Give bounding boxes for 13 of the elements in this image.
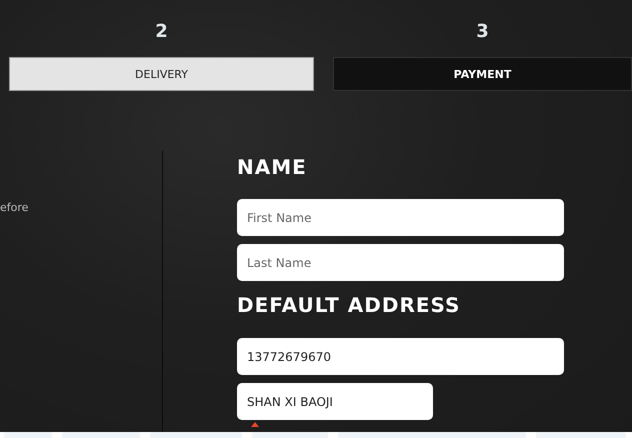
step-number: 2 xyxy=(155,21,168,43)
input-field[interactable]: SHAN XI BAOJI xyxy=(237,383,433,420)
list-chip xyxy=(4,432,52,438)
section-heading: DEFAULT ADDRESS xyxy=(237,293,462,317)
step-tab[interactable]: DELIVERY xyxy=(9,57,314,91)
section-heading: NAME xyxy=(237,155,308,179)
step-tab[interactable]: PAYMENT xyxy=(333,57,632,91)
input-field[interactable]: First Name xyxy=(237,199,564,236)
input-field[interactable]: Last Name xyxy=(237,244,564,281)
input-field[interactable]: 13772679670 xyxy=(237,338,564,375)
note-text: efore xyxy=(0,201,28,214)
step-number: 3 xyxy=(476,21,489,43)
pointer-icon xyxy=(251,422,259,427)
